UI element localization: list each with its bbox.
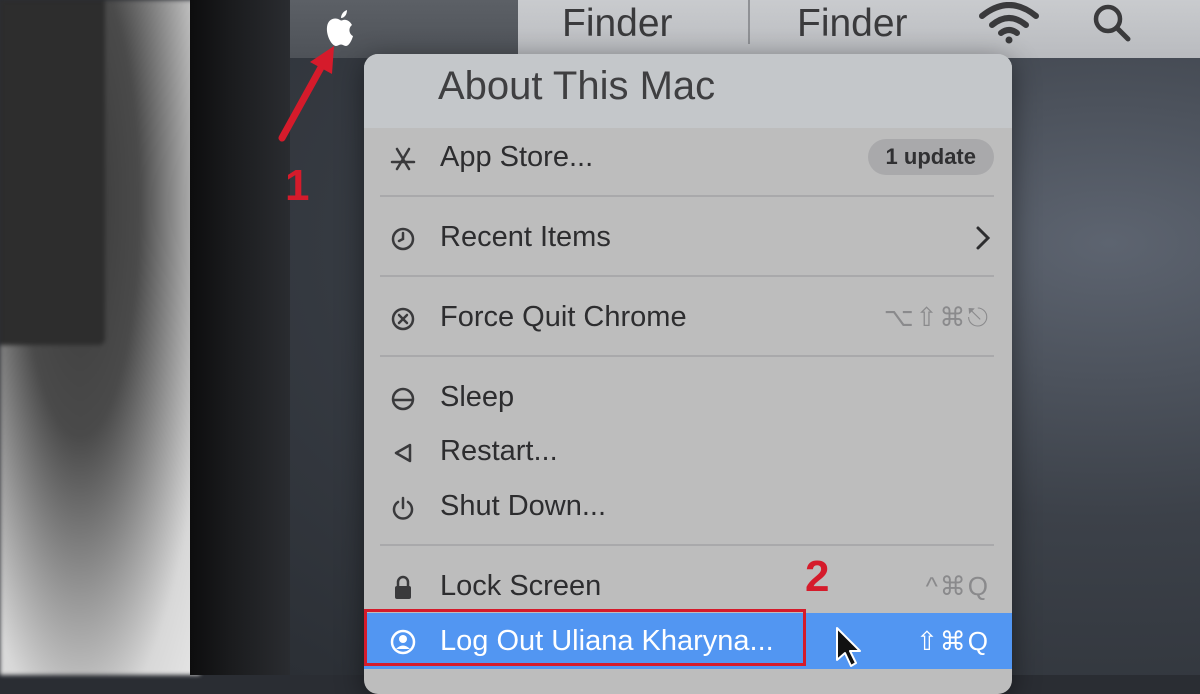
annotation-step-2: 2 bbox=[805, 552, 830, 601]
menu-app-name[interactable]: Finder bbox=[562, 2, 673, 46]
update-badge: 1 update bbox=[867, 139, 994, 175]
search-icon[interactable] bbox=[1088, 2, 1136, 44]
app-store-label: App Store... bbox=[440, 141, 594, 173]
menu-divider bbox=[748, 0, 750, 44]
lock-screen-item[interactable]: Lock Screen ^⌘Q bbox=[364, 561, 1012, 611]
menu-finder[interactable]: Finder bbox=[797, 2, 908, 46]
restart-label: Restart... bbox=[440, 435, 558, 467]
about-this-mac-label: About This Mac bbox=[438, 64, 716, 108]
power-icon bbox=[388, 493, 418, 523]
log-out-label: Log Out Uliana Kharyna... bbox=[440, 625, 774, 657]
chevron-right-icon bbox=[976, 226, 991, 250]
shut-down-item[interactable]: Shut Down... bbox=[364, 481, 1012, 531]
menu-separator bbox=[380, 355, 994, 357]
app-store-item[interactable]: App Store... 1 update bbox=[364, 132, 1012, 182]
lock-screen-shortcut: ^⌘Q bbox=[925, 571, 990, 601]
user-icon bbox=[388, 627, 418, 657]
clock-icon bbox=[388, 224, 418, 254]
sleep-label: Sleep bbox=[440, 381, 515, 413]
force-quit-icon bbox=[388, 304, 418, 334]
shut-down-label: Shut Down... bbox=[440, 490, 607, 522]
restart-item[interactable]: Restart... bbox=[364, 426, 1012, 476]
wifi-icon[interactable] bbox=[978, 2, 1040, 44]
force-quit-shortcut: ⌥⇧⌘⎋ bbox=[883, 302, 990, 332]
sleep-item[interactable]: Sleep bbox=[364, 372, 1012, 422]
sleep-icon bbox=[388, 384, 418, 414]
force-quit-item[interactable]: Force Quit Chrome ⌥⇧⌘⎋ bbox=[364, 292, 1012, 342]
log-out-shortcut: ⇧⌘Q bbox=[915, 626, 990, 656]
force-quit-label: Force Quit Chrome bbox=[440, 301, 687, 333]
blurred-monitor bbox=[0, 0, 105, 345]
menu-separator bbox=[380, 275, 994, 277]
about-this-mac-item[interactable]: About This Mac bbox=[364, 54, 1012, 128]
apple-menu-dropdown: About This Mac App Store... 1 update Rec… bbox=[364, 54, 1012, 694]
menu-separator bbox=[380, 195, 994, 197]
menu-separator bbox=[380, 544, 994, 546]
mouse-cursor-icon bbox=[836, 627, 861, 667]
app-store-icon bbox=[388, 144, 418, 174]
log-out-item[interactable]: Log Out Uliana Kharyna... ⇧⌘Q bbox=[364, 613, 1012, 669]
annotation-arrow-icon bbox=[278, 46, 334, 142]
blurred-background bbox=[0, 0, 200, 675]
lock-screen-label: Lock Screen bbox=[440, 570, 602, 602]
annotation-step-1: 1 bbox=[285, 161, 310, 210]
recent-items-item[interactable]: Recent Items bbox=[364, 212, 1012, 262]
recent-items-label: Recent Items bbox=[440, 221, 611, 253]
menu-bar: Finder Finder bbox=[290, 0, 1200, 58]
restart-icon bbox=[388, 438, 418, 468]
lock-icon bbox=[388, 573, 418, 603]
